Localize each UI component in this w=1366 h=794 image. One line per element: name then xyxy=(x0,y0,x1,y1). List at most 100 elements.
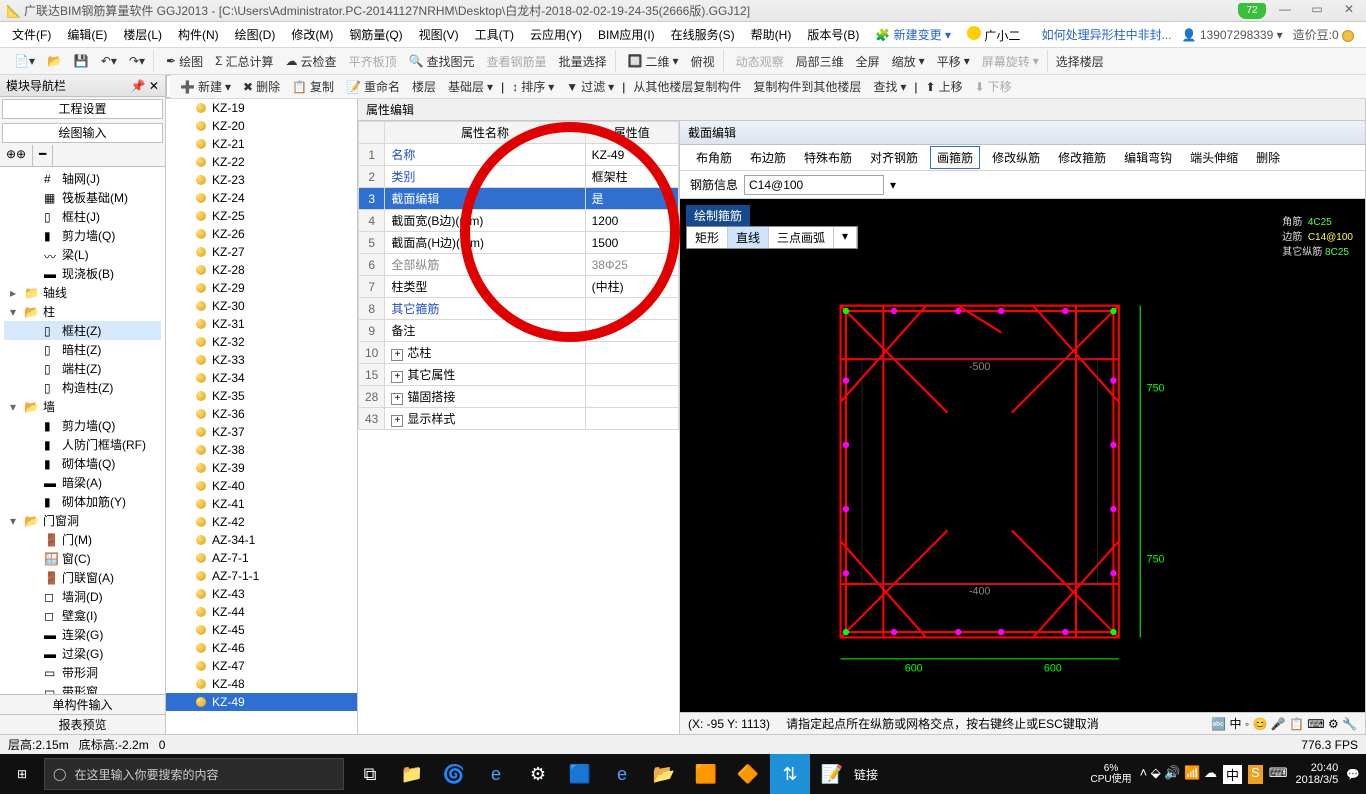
task-app6[interactable]: 🔶 xyxy=(728,754,768,794)
task-view-button[interactable]: ⧉ xyxy=(350,754,390,794)
find-element-button[interactable]: 🔍 查找图元 xyxy=(405,51,479,72)
user-label[interactable]: 广小二 xyxy=(961,24,1026,46)
list-item[interactable]: KZ-39 xyxy=(166,459,357,477)
prop-row[interactable]: 43+显示样式 xyxy=(359,408,679,430)
delete-button[interactable]: ✖ 删除 xyxy=(239,76,284,97)
select-floor-button[interactable]: 选择楼层 xyxy=(1052,51,1108,72)
tree-raft[interactable]: ▦筏板基础(M) xyxy=(4,188,161,207)
list-item[interactable]: KZ-47 xyxy=(166,657,357,675)
section-tab[interactable]: 删除 xyxy=(1250,147,1286,168)
prop-row[interactable]: 28+锚固搭接 xyxy=(359,386,679,408)
new-change-button[interactable]: 🧩 新建变更 ▾ xyxy=(869,24,957,45)
task-app4[interactable]: 🟦 xyxy=(560,754,600,794)
list-item[interactable]: KZ-32 xyxy=(166,333,357,351)
bird-view-button[interactable]: 俯视 xyxy=(687,51,719,72)
local-3d-button[interactable]: 局部三维 xyxy=(792,51,848,72)
rename-button[interactable]: 📝 重命名 xyxy=(342,76,404,97)
prop-row[interactable]: 7柱类型(中柱) xyxy=(359,276,679,298)
menu-file[interactable]: 文件(F) xyxy=(6,24,57,45)
draw-mode-button[interactable]: 矩形 xyxy=(687,227,728,248)
menu-help[interactable]: 帮助(H) xyxy=(745,24,798,45)
list-item[interactable]: KZ-28 xyxy=(166,261,357,279)
redo-button[interactable]: ↷▾ xyxy=(125,52,149,70)
task-app3[interactable]: ⚙ xyxy=(518,754,558,794)
prop-row[interactable]: 3截面编辑是 xyxy=(359,188,679,210)
new-file-button[interactable]: 📄▾ xyxy=(10,52,39,70)
maximize-button[interactable]: ▭ xyxy=(1304,2,1330,20)
list-item[interactable]: KZ-24 xyxy=(166,189,357,207)
list-item[interactable]: KZ-19 xyxy=(166,99,357,117)
section-tab[interactable]: 端头伸缩 xyxy=(1184,147,1244,168)
menu-view[interactable]: 视图(V) xyxy=(413,24,465,45)
list-item[interactable]: KZ-23 xyxy=(166,171,357,189)
flat-slab-button[interactable]: 平齐板顶 xyxy=(345,51,401,72)
list-item[interactable]: KZ-21 xyxy=(166,135,357,153)
draw-mode-button[interactable]: 三点画弧 xyxy=(769,227,834,248)
up-button[interactable]: ⬆ 上移 xyxy=(922,76,967,97)
save-button[interactable]: 💾 xyxy=(70,52,93,70)
prop-row[interactable]: 1名称KZ-49 xyxy=(359,144,679,166)
tree-door-group[interactable]: ▾📂 门窗洞 xyxy=(4,511,161,530)
tree-lian-liang[interactable]: ▬连梁(G) xyxy=(4,625,161,644)
list-item[interactable]: KZ-43 xyxy=(166,585,357,603)
tree-beam[interactable]: 〰梁(L) xyxy=(4,245,161,264)
cloud-check-button[interactable]: ☁ 云检查 xyxy=(282,51,341,72)
menu-modify[interactable]: 修改(M) xyxy=(285,24,339,45)
list-item[interactable]: KZ-35 xyxy=(166,387,357,405)
menu-component[interactable]: 构件(N) xyxy=(172,24,225,45)
list-item[interactable]: KZ-45 xyxy=(166,621,357,639)
tree-door-window[interactable]: 🚪门联窗(A) xyxy=(4,568,161,587)
list-item[interactable]: KZ-25 xyxy=(166,207,357,225)
sort-button[interactable]: ↕ 排序 ▾ xyxy=(508,76,558,97)
tree-guo-liang[interactable]: ▬过梁(G) xyxy=(4,644,161,663)
filter-button[interactable]: ▼ 过滤 ▾ xyxy=(562,76,618,97)
list-item[interactable]: KZ-40 xyxy=(166,477,357,495)
menu-cloud[interactable]: 云应用(Y) xyxy=(524,24,588,45)
base-floor-button[interactable]: 基础层 ▾ xyxy=(444,76,497,97)
tree-door[interactable]: 🚪门(M) xyxy=(4,530,161,549)
list-item[interactable]: KZ-33 xyxy=(166,351,357,369)
pan-button[interactable]: 平移 ▾ xyxy=(933,51,974,72)
list-item[interactable]: KZ-44 xyxy=(166,603,357,621)
list-item[interactable]: KZ-29 xyxy=(166,279,357,297)
tree-defense-wall[interactable]: ▮人防门框墙(RF) xyxy=(4,435,161,454)
section-tab[interactable]: 布边筋 xyxy=(744,147,792,168)
section-tab[interactable]: 特殊布筋 xyxy=(798,147,858,168)
prop-row[interactable]: 5截面高(H边)(mm)1500 xyxy=(359,232,679,254)
tree-shear-wall[interactable]: ▮剪力墙(Q) xyxy=(4,226,161,245)
tree-end-col[interactable]: ▯端柱(Z) xyxy=(4,359,161,378)
list-item[interactable]: AZ-34-1 xyxy=(166,531,357,549)
minimize-button[interactable]: — xyxy=(1272,2,1298,20)
rebar-info-input[interactable] xyxy=(744,175,884,195)
section-tab[interactable]: 布角筋 xyxy=(690,147,738,168)
draw-mode-dropdown[interactable]: ▾ xyxy=(834,227,857,248)
rebar-info-dropdown[interactable]: ▾ xyxy=(890,178,896,192)
prop-row[interactable]: 2类别框架柱 xyxy=(359,166,679,188)
task-app1[interactable]: 📁 xyxy=(392,754,432,794)
open-button[interactable]: 📂 xyxy=(43,52,66,70)
prop-row[interactable]: 15+其它属性 xyxy=(359,364,679,386)
tree-struct-col[interactable]: ▯构造柱(Z) xyxy=(4,378,161,397)
list-item[interactable]: KZ-41 xyxy=(166,495,357,513)
draw-mode-button[interactable]: 直线 xyxy=(728,227,769,248)
new-component-button[interactable]: ➕ 新建 ▾ xyxy=(176,76,235,97)
section-tab[interactable]: 对齐钢筋 xyxy=(864,147,924,168)
menu-rebar[interactable]: 钢筋量(Q) xyxy=(343,24,408,45)
close-button[interactable]: ✕ xyxy=(1336,2,1362,20)
tree-window[interactable]: 🪟窗(C) xyxy=(4,549,161,568)
view2d-select[interactable]: 🔲 二维 ▾ xyxy=(624,51,683,72)
fullscreen-button[interactable]: 全屏 xyxy=(852,51,884,72)
list-item[interactable]: KZ-38 xyxy=(166,441,357,459)
task-app7[interactable]: ⇅ xyxy=(770,754,810,794)
list-item[interactable]: KZ-31 xyxy=(166,315,357,333)
tree-niche[interactable]: ◻壁龛(I) xyxy=(4,606,161,625)
tree-strip-hole[interactable]: ▭带形洞 xyxy=(4,663,161,682)
menu-draw[interactable]: 绘图(D) xyxy=(229,24,282,45)
section-tab[interactable]: 编辑弯钩 xyxy=(1118,147,1178,168)
tree-frame-beam[interactable]: ▯框柱(J) xyxy=(4,207,161,226)
menu-version[interactable]: 版本号(B) xyxy=(801,24,865,45)
tree-hidden-col[interactable]: ▯暗柱(Z) xyxy=(4,340,161,359)
prop-row[interactable]: 4截面宽(B边)(mm)1200 xyxy=(359,210,679,232)
start-button[interactable]: ⊞ xyxy=(0,754,44,794)
sum-button[interactable]: Σ 汇总计算 xyxy=(211,51,277,72)
